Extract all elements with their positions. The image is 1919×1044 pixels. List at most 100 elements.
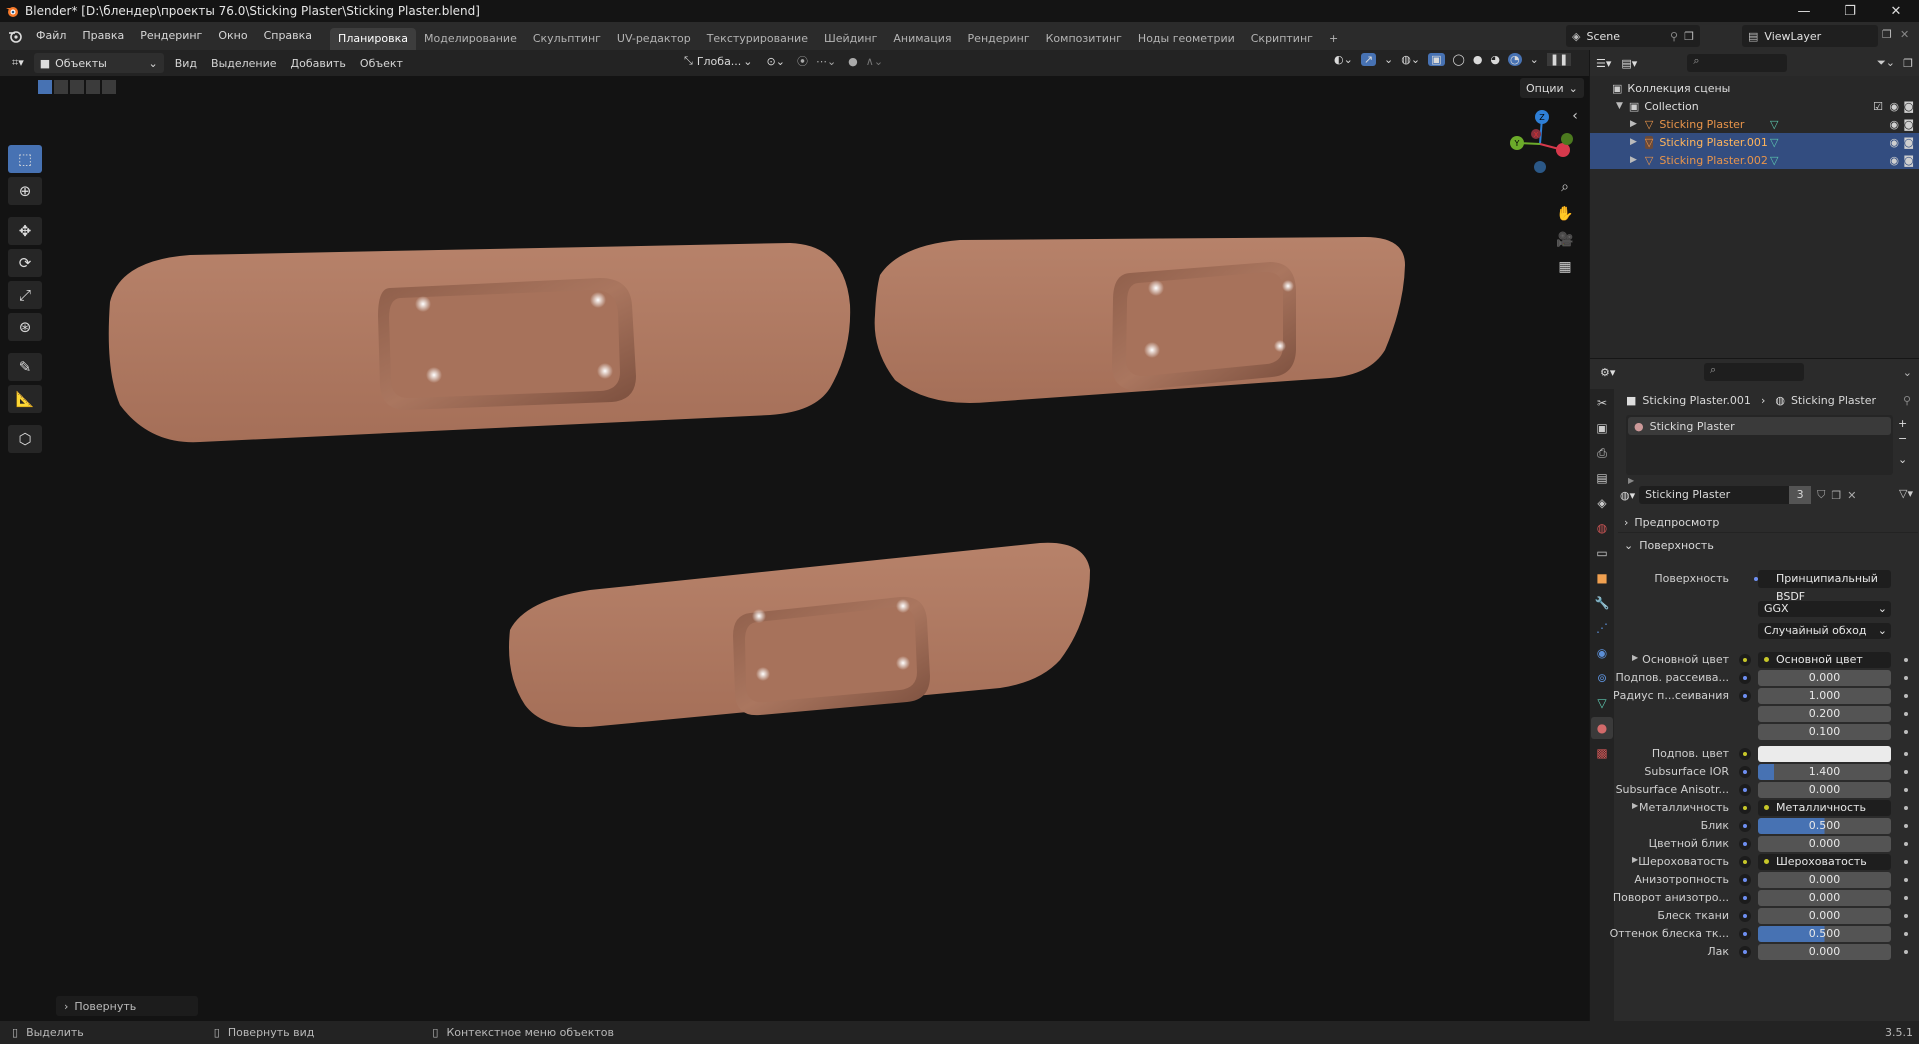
input-socket-icon[interactable] [1739, 928, 1751, 940]
select-new-icon[interactable] [38, 80, 52, 94]
collection-row[interactable]: ▼ ▣ Collection ☑ ◉ ◙ [1590, 97, 1919, 115]
chevron-right-icon[interactable]: ▶ [1630, 119, 1637, 129]
keyframe-dot-icon[interactable] [1904, 878, 1908, 882]
tab-modeling[interactable]: Моделирование [416, 28, 525, 50]
mode-selector[interactable]: ■ Объекты ⌄ [33, 53, 164, 73]
tab-sculpting[interactable]: Скульптинг [525, 28, 609, 50]
value-field[interactable]: 0.000 [1758, 944, 1891, 960]
proportional-edit-icon[interactable]: ● [848, 55, 858, 68]
select-invert-icon[interactable] [86, 80, 100, 94]
camera-icon[interactable]: ◙ [1903, 136, 1914, 149]
3d-viewport[interactable]: ⌗▾ ■ Объекты ⌄ Вид Выделение Добавить Об… [0, 50, 1589, 1021]
menu-view[interactable]: Вид [168, 57, 204, 70]
mesh-data-icon[interactable]: ▽ [1770, 154, 1778, 167]
filter-icon[interactable]: ⏷⌄ [1877, 56, 1895, 70]
keyframe-dot-icon[interactable] [1904, 950, 1908, 954]
overlays-icon[interactable]: ◍⌄ [1401, 53, 1420, 66]
mesh-data-icon[interactable]: ▽ [1770, 136, 1778, 149]
outliner-object-row[interactable]: ▶ ▽ Sticking Plaster.001 ▽ ◉ ◙ [1590, 133, 1919, 151]
move-tool[interactable]: ✥ [8, 217, 42, 245]
material-users-count[interactable]: 3 [1789, 486, 1812, 504]
keyframe-dot-icon[interactable] [1904, 896, 1908, 900]
pin-icon[interactable]: ⚲ [1670, 30, 1678, 43]
zoom-icon[interactable]: ⌕ [1553, 175, 1577, 199]
outliner-object-row[interactable]: ▶ ▽ Sticking Plaster.002 ▽ ◉ ◙ [1590, 151, 1919, 169]
render-tab-icon[interactable]: ▣ [1591, 417, 1613, 439]
sidebar-toggle-icon[interactable]: ‹ [1568, 104, 1582, 128]
gizmo-icon[interactable]: ↗ [1360, 53, 1377, 66]
eye-icon[interactable]: ◉ [1889, 118, 1899, 131]
link-mode-icon[interactable]: ▽▾ [1899, 487, 1913, 500]
collection-tab-icon[interactable]: ▭ [1591, 542, 1613, 564]
input-socket-icon[interactable] [1739, 654, 1751, 666]
keyframe-dot-icon[interactable] [1904, 806, 1908, 810]
menu-help[interactable]: Справка [256, 22, 320, 50]
world-tab-icon[interactable]: ◍ [1591, 517, 1613, 539]
maximize-button[interactable]: ❐ [1827, 0, 1873, 22]
tab-rendering[interactable]: Рендеринг [960, 28, 1038, 50]
linked-input-field[interactable]: Металличность [1758, 800, 1891, 816]
input-socket-icon[interactable] [1739, 766, 1751, 778]
value-field[interactable]: 0.000 [1758, 782, 1891, 798]
value-field[interactable]: 1.000 [1758, 688, 1891, 704]
mesh-data-icon[interactable]: ▽ [1770, 118, 1778, 131]
view-layer-selector[interactable]: ▤ ViewLayer [1742, 25, 1878, 47]
cursor-tool[interactable]: ⊕ [8, 177, 42, 205]
subsurface-method-dropdown[interactable]: Случайный обход ⌄ [1758, 623, 1891, 639]
modifier-tab-icon[interactable]: 🔧 [1591, 592, 1613, 614]
material-slot-item[interactable]: ● Sticking Plaster [1628, 417, 1891, 435]
chevron-down-icon[interactable]: ⌄ [1530, 53, 1539, 66]
add-slot-button[interactable]: + [1898, 417, 1907, 430]
falloff-icon[interactable]: ∧⌄ [866, 55, 883, 68]
select-box-tool[interactable]: ⬚ [8, 145, 42, 173]
input-socket-icon[interactable] [1739, 838, 1751, 850]
unlink-material-icon[interactable]: ✕ [1847, 489, 1856, 502]
material-browse-icon[interactable]: ◍▾ [1620, 489, 1635, 502]
keyframe-dot-icon[interactable] [1904, 712, 1908, 716]
particles-tab-icon[interactable]: ⋰ [1591, 617, 1613, 639]
linked-input-field[interactable]: Шероховатость [1758, 854, 1891, 870]
value-field[interactable]: 0.000 [1758, 890, 1891, 906]
material-name-field[interactable]: Sticking Plaster [1639, 486, 1790, 504]
input-socket-icon[interactable] [1739, 820, 1751, 832]
measure-tool[interactable]: 📐 [8, 385, 42, 413]
keyframe-dot-icon[interactable] [1904, 730, 1908, 734]
scale-tool[interactable]: ⤢ [8, 281, 42, 309]
tab-scripting[interactable]: Скриптинг [1243, 28, 1321, 50]
pan-hand-icon[interactable]: ✋ [1553, 202, 1577, 226]
material-shading-icon[interactable]: ◕ [1490, 53, 1500, 66]
surface-panel-header[interactable]: ⌄ Поверхность [1618, 535, 1918, 555]
value-field[interactable]: 0.500 [1758, 926, 1891, 942]
distribution-dropdown[interactable]: GGX ⌄ [1758, 601, 1891, 617]
tab-animation[interactable]: Анимация [885, 28, 959, 50]
pause-render-icon[interactable]: ❚❚ [1546, 53, 1572, 66]
add-workspace-button[interactable]: + [1321, 28, 1346, 50]
blender-menu-icon[interactable] [8, 29, 22, 43]
transform-orientation-label[interactable]: Глоба... [697, 55, 741, 68]
display-mode-icon[interactable]: ▤▾ [1621, 57, 1637, 70]
keyframe-dot-icon[interactable] [1904, 694, 1908, 698]
new-collection-icon[interactable]: ❐ [1903, 57, 1913, 70]
tab-uv-editing[interactable]: UV-редактор [609, 28, 699, 50]
input-socket-icon[interactable] [1739, 892, 1751, 904]
input-socket-icon[interactable] [1739, 748, 1751, 760]
tab-texture-paint[interactable]: Текстурирование [699, 28, 816, 50]
keyframe-dot-icon[interactable] [1904, 788, 1908, 792]
menu-edit[interactable]: Правка [74, 22, 132, 50]
rendered-shading-icon[interactable]: ◔ [1508, 53, 1522, 66]
tab-geometry-nodes[interactable]: Ноды геометрии [1130, 28, 1243, 50]
remove-view-layer-icon[interactable]: ✕ [1900, 28, 1909, 41]
rotate-tool[interactable]: ⟳ [8, 249, 42, 277]
new-scene-icon[interactable]: ❐ [1684, 30, 1694, 43]
value-field[interactable]: 0.000 [1758, 908, 1891, 924]
surface-shader-field[interactable]: Принципиальный BSDF [1758, 570, 1891, 603]
menu-file[interactable]: Файл [28, 22, 74, 50]
scene-tab-icon[interactable]: ◈ [1591, 492, 1613, 514]
visibility-icon[interactable]: ◐⌄ [1334, 53, 1353, 66]
chevron-down-icon[interactable]: ⌄ [1384, 53, 1393, 66]
sticking-plaster-001-object[interactable] [874, 237, 1405, 404]
menu-add[interactable]: Добавить [284, 57, 353, 70]
close-button[interactable]: ✕ [1873, 0, 1919, 22]
input-socket-icon[interactable] [1739, 690, 1751, 702]
keyframe-dot-icon[interactable] [1904, 842, 1908, 846]
